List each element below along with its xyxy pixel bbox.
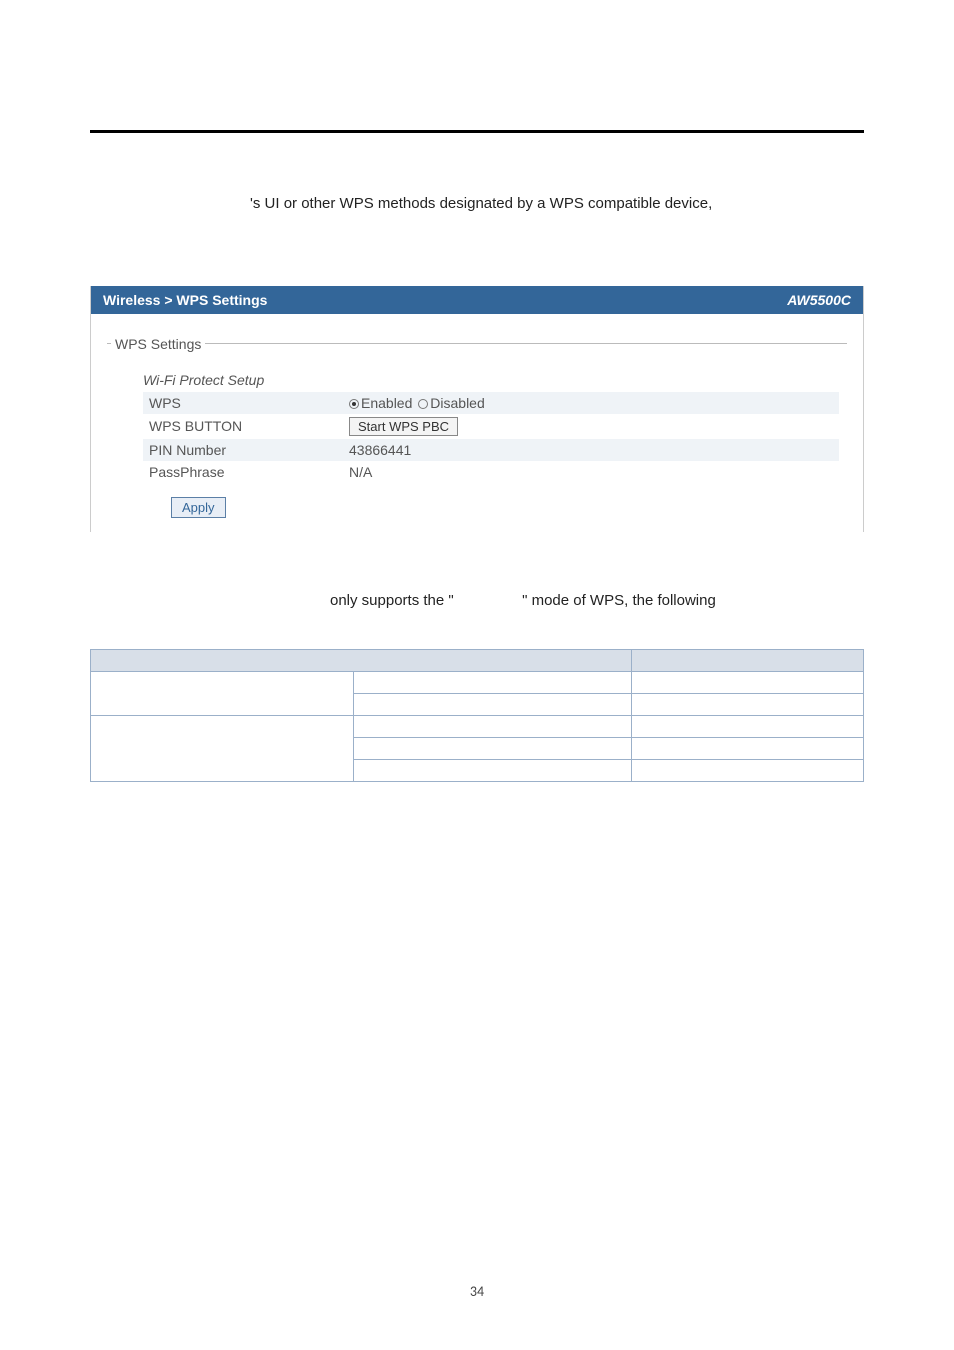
wps-row-label: WPS (143, 392, 343, 414)
wps-fieldset: WPS Settings Wi-Fi Protect Setup WPS Ena… (107, 336, 847, 532)
td (632, 737, 864, 759)
fieldset-legend: WPS Settings (111, 336, 205, 352)
panel-breadcrumb: Wireless > WPS Settings (103, 292, 267, 308)
td (353, 759, 631, 781)
pin-row-value: 43866441 (343, 439, 839, 461)
note-line1-b: " mode of WPS, the following (522, 592, 716, 609)
start-wps-pbc-button[interactable]: Start WPS PBC (349, 417, 458, 436)
td (632, 715, 864, 737)
table-header (91, 649, 864, 671)
th-1 (91, 649, 632, 671)
td (353, 693, 631, 715)
td (632, 671, 864, 693)
body-line-1: 's UI or other WPS methods designated by… (90, 193, 864, 216)
th-2 (632, 649, 864, 671)
row-pin: PIN Number 43866441 (143, 439, 839, 461)
apply-button[interactable]: Apply (171, 497, 226, 518)
td (353, 671, 631, 693)
wifi-protect-title: Wi-Fi Protect Setup (143, 372, 839, 388)
pin-row-label: PIN Number (143, 439, 343, 461)
td (632, 759, 864, 781)
wps-settings-panel: Wireless > WPS Settings AW5500C WPS Sett… (90, 286, 864, 532)
td (353, 737, 631, 759)
note-paragraph: only supports the " " mode of WPS, the f… (90, 592, 864, 609)
radio-icon (349, 399, 359, 409)
wpsbtn-row-label: WPS BUTTON (143, 414, 343, 439)
radio-icon (418, 399, 428, 409)
td (91, 715, 354, 781)
features-table (90, 649, 864, 782)
page-number: 34 (0, 1283, 954, 1300)
panel-header: Wireless > WPS Settings AW5500C (91, 286, 863, 314)
pass-row-label: PassPhrase (143, 461, 343, 483)
td (91, 671, 354, 715)
body-paragraph: 's UI or other WPS methods designated by… (90, 193, 864, 216)
wps-config-table: WPS Enabled Disabled WPS BUTTON (143, 392, 839, 483)
row-wps: WPS Enabled Disabled (143, 392, 839, 414)
wps-enabled-text: Enabled (361, 395, 412, 411)
row-wps-button: WPS BUTTON Start WPS PBC (143, 414, 839, 439)
td (632, 693, 864, 715)
table-row (91, 715, 864, 737)
td (353, 715, 631, 737)
pass-row-value: N/A (343, 461, 839, 483)
wps-disabled-radio[interactable]: Disabled (418, 395, 484, 411)
row-passphrase: PassPhrase N/A (143, 461, 839, 483)
top-rule (90, 130, 864, 133)
panel-model-label: AW5500C (787, 292, 851, 308)
wps-enabled-radio[interactable]: Enabled (349, 395, 416, 411)
table-row (91, 671, 864, 693)
note-line1-a: only supports the " (330, 592, 454, 609)
wps-disabled-text: Disabled (430, 395, 484, 411)
